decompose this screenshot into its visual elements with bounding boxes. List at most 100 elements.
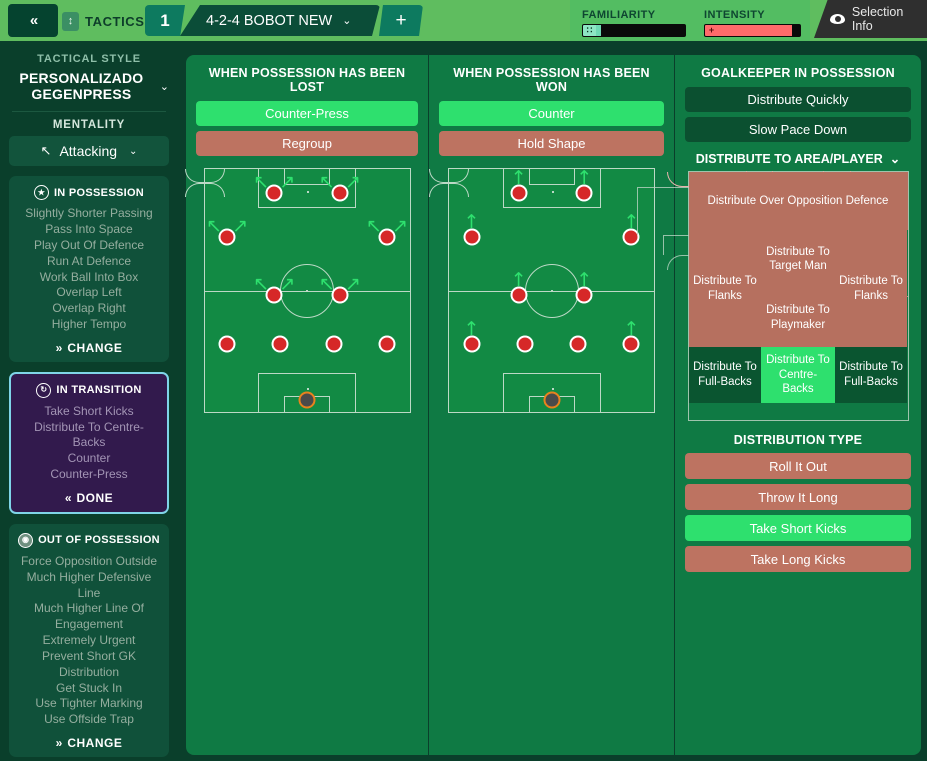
distribute-area-distribute-over-opposition-defence[interactable]: Distribute Over Opposition Defence (688, 172, 908, 231)
distribution-type-take-long-kicks[interactable]: Take Long Kicks (685, 546, 911, 572)
phase-card-in-transition[interactable]: ↻ IN TRANSITION Take Short Kicks Distribute… (9, 371, 169, 514)
player-token[interactable] (218, 335, 236, 353)
distribute-area-distribute-to-target-man[interactable]: Distribute To Target Man (761, 230, 835, 289)
player-token[interactable] (271, 335, 289, 353)
phase-action-button[interactable]: « DONE (18, 491, 160, 505)
chevron-down-icon: ⌄ (889, 152, 901, 166)
phase-action-button[interactable]: » CHANGE (16, 736, 162, 750)
pitch-centre-spot (550, 289, 553, 292)
player-token[interactable] (569, 335, 587, 353)
phase-header: ↻ IN TRANSITION (18, 382, 160, 398)
goalkeeper-title: GOALKEEPER IN POSSESSION (701, 66, 895, 80)
distribute-area-distribute-to-flanks[interactable]: Distribute To Flanks (834, 230, 908, 347)
phase-action-button[interactable]: » CHANGE (16, 341, 162, 355)
chevron-down-icon: ⌄ (159, 80, 169, 93)
attacking-arrow-icon: ↖ (40, 143, 52, 159)
instruction-item: Much Higher Defensive Line (26, 569, 152, 600)
player-token[interactable] (378, 335, 396, 353)
instruction-item: Prevent Short GK Distribution (41, 648, 137, 679)
pitch-possession-won[interactable]: ↑ ↑ ↑ ↑ ↑ ↑ ↑ ↑ (429, 168, 655, 413)
distribute-area-distribute-to-playmaker[interactable]: Distribute To Playmaker (761, 288, 835, 347)
player-token-goalkeeper[interactable] (298, 391, 316, 409)
eye-icon (830, 14, 845, 24)
chevron-down-icon: ⌄ (129, 145, 138, 157)
instruction-item: Pass Into Space (45, 222, 133, 237)
meters-panel: FAMILIARITY ∷ INTENSITY + (570, 0, 810, 41)
pitch-six-yard-top (528, 168, 575, 185)
distribute-area-distribute-to-flanks[interactable]: Distribute To Flanks (688, 230, 762, 347)
mentality-selector[interactable]: ↖ Attacking ⌄ (9, 136, 169, 167)
page-body: TACTICAL STYLE PERSONALIZADO GEGENPRESS … (0, 41, 927, 761)
player-token[interactable] (575, 286, 593, 304)
instruction-item: Counter-Press (50, 467, 128, 482)
option-counter-press[interactable]: Counter-Press (196, 101, 418, 126)
selection-info-button[interactable]: Selection Info (814, 0, 927, 38)
instruction-item: Play Out Of Defence (33, 237, 145, 252)
pitch-arc-bottom (429, 183, 469, 197)
player-token[interactable] (463, 335, 481, 353)
player-token[interactable] (331, 184, 349, 202)
tactical-style-value: PERSONALIZADO GEGENPRESS (19, 70, 144, 103)
possession-won-title: WHEN POSSESSION HAS BEEN WON (453, 66, 650, 94)
instruction-item: Take Short Kicks (44, 403, 134, 418)
distribute-area-distribute-to-full-backs[interactable]: Distribute To Full-Backs (834, 346, 908, 403)
shield-icon: ◉ (18, 532, 34, 548)
player-token[interactable] (463, 228, 481, 246)
instruction-item: Slightly Shorter Passing (25, 206, 153, 221)
player-token[interactable] (331, 286, 349, 304)
phase-header: ◉ OUT OF POSSESSION (16, 532, 162, 548)
tactic-tab-number[interactable]: 1 (145, 5, 185, 36)
player-token[interactable] (510, 286, 528, 304)
chevron-down-icon: ⌄ (342, 15, 352, 27)
distribute-area-header[interactable]: DISTRIBUTE TO AREA/PLAYER ⌄ (685, 151, 911, 167)
possession-lost-column: WHEN POSSESSION HAS BEEN LOST Counter-Pr… (184, 55, 429, 755)
phase-header: ★ IN POSSESSION (16, 185, 162, 201)
option-regroup[interactable]: Regroup (196, 131, 418, 156)
player-token[interactable] (218, 228, 236, 246)
possession-lost-options: Counter-Press Regroup (196, 101, 418, 156)
familiarity-icon: ∷ (583, 25, 596, 36)
instruction-item: Work Ball Into Box (39, 269, 139, 284)
distribution-type-take-short-kicks[interactable]: Take Short Kicks (685, 515, 911, 541)
possession-ball-icon: ★ (33, 185, 49, 201)
player-token[interactable] (325, 335, 343, 353)
player-token[interactable] (378, 228, 396, 246)
player-token[interactable] (265, 184, 283, 202)
distribution-type-throw-it-long[interactable]: Throw It Long (685, 484, 911, 510)
familiarity-label: FAMILIARITY (582, 9, 656, 21)
player-token-goalkeeper[interactable] (543, 391, 560, 409)
pitch-possession-lost[interactable]: ↖ ↗ ↖ ↗ ↖ ↗ ↖ ↗ ↖ ↗ ↖ ↗ (184, 168, 411, 413)
option-distribute-quickly[interactable]: Distribute Quickly (685, 87, 911, 112)
phase-card-in-possession[interactable]: ★ IN POSSESSION Slightly Shorter Passing Pa… (9, 176, 169, 362)
back-chevron-icon: « (29, 12, 38, 29)
back-button[interactable]: « (8, 4, 58, 37)
player-token[interactable] (516, 335, 534, 353)
option-slow-pace-down[interactable]: Slow Pace Down (685, 117, 911, 142)
mentality-value: Attacking (59, 143, 118, 160)
instruction-item: Overlap Left (56, 285, 122, 300)
intensity-icon: + (705, 25, 718, 36)
pitch-penalty-spot-top (551, 191, 554, 193)
tactical-style-selector[interactable]: PERSONALIZADO GEGENPRESS ⌄ (9, 70, 169, 102)
add-tactic-button[interactable]: + (379, 5, 423, 36)
pitch-penalty-spot-bottom (551, 388, 554, 390)
distribute-area-distribute-to-full-backs[interactable]: Distribute To Full-Backs (688, 346, 762, 403)
distribute-area-distribute-to-centre-backs[interactable]: Distribute To Centre-Backs (761, 346, 835, 403)
phase-action-label: DONE (76, 490, 114, 505)
distribution-type-roll-it-out[interactable]: Roll It Out (685, 453, 911, 479)
option-hold-shape[interactable]: Hold Shape (439, 131, 664, 156)
intensity-meter: INTENSITY + (704, 9, 801, 37)
phase-card-out-of-possession[interactable]: ◉ OUT OF POSSESSION Force Opposition Outsi… (9, 523, 169, 758)
player-token[interactable] (622, 335, 640, 353)
player-token[interactable] (265, 286, 283, 304)
distribution-pitch[interactable]: Distribute Over Opposition Defence Distri… (636, 171, 909, 421)
pitch-penalty-spot-bottom (307, 388, 309, 390)
top-bar: « ↕ TACTICS 1 4-2-4 BOBOT NEW ⌄ + FAMILI… (0, 0, 927, 41)
player-token[interactable] (575, 184, 593, 202)
possession-won-options: Counter Hold Shape (439, 101, 664, 156)
tactic-tab-selector[interactable]: 4-2-4 BOBOT NEW ⌄ (180, 5, 380, 36)
player-token[interactable] (510, 184, 528, 202)
option-counter[interactable]: Counter (439, 101, 664, 126)
distribute-area-label: DISTRIBUTE TO AREA/PLAYER (695, 151, 883, 166)
selection-info-label: Selection Info (851, 5, 904, 33)
